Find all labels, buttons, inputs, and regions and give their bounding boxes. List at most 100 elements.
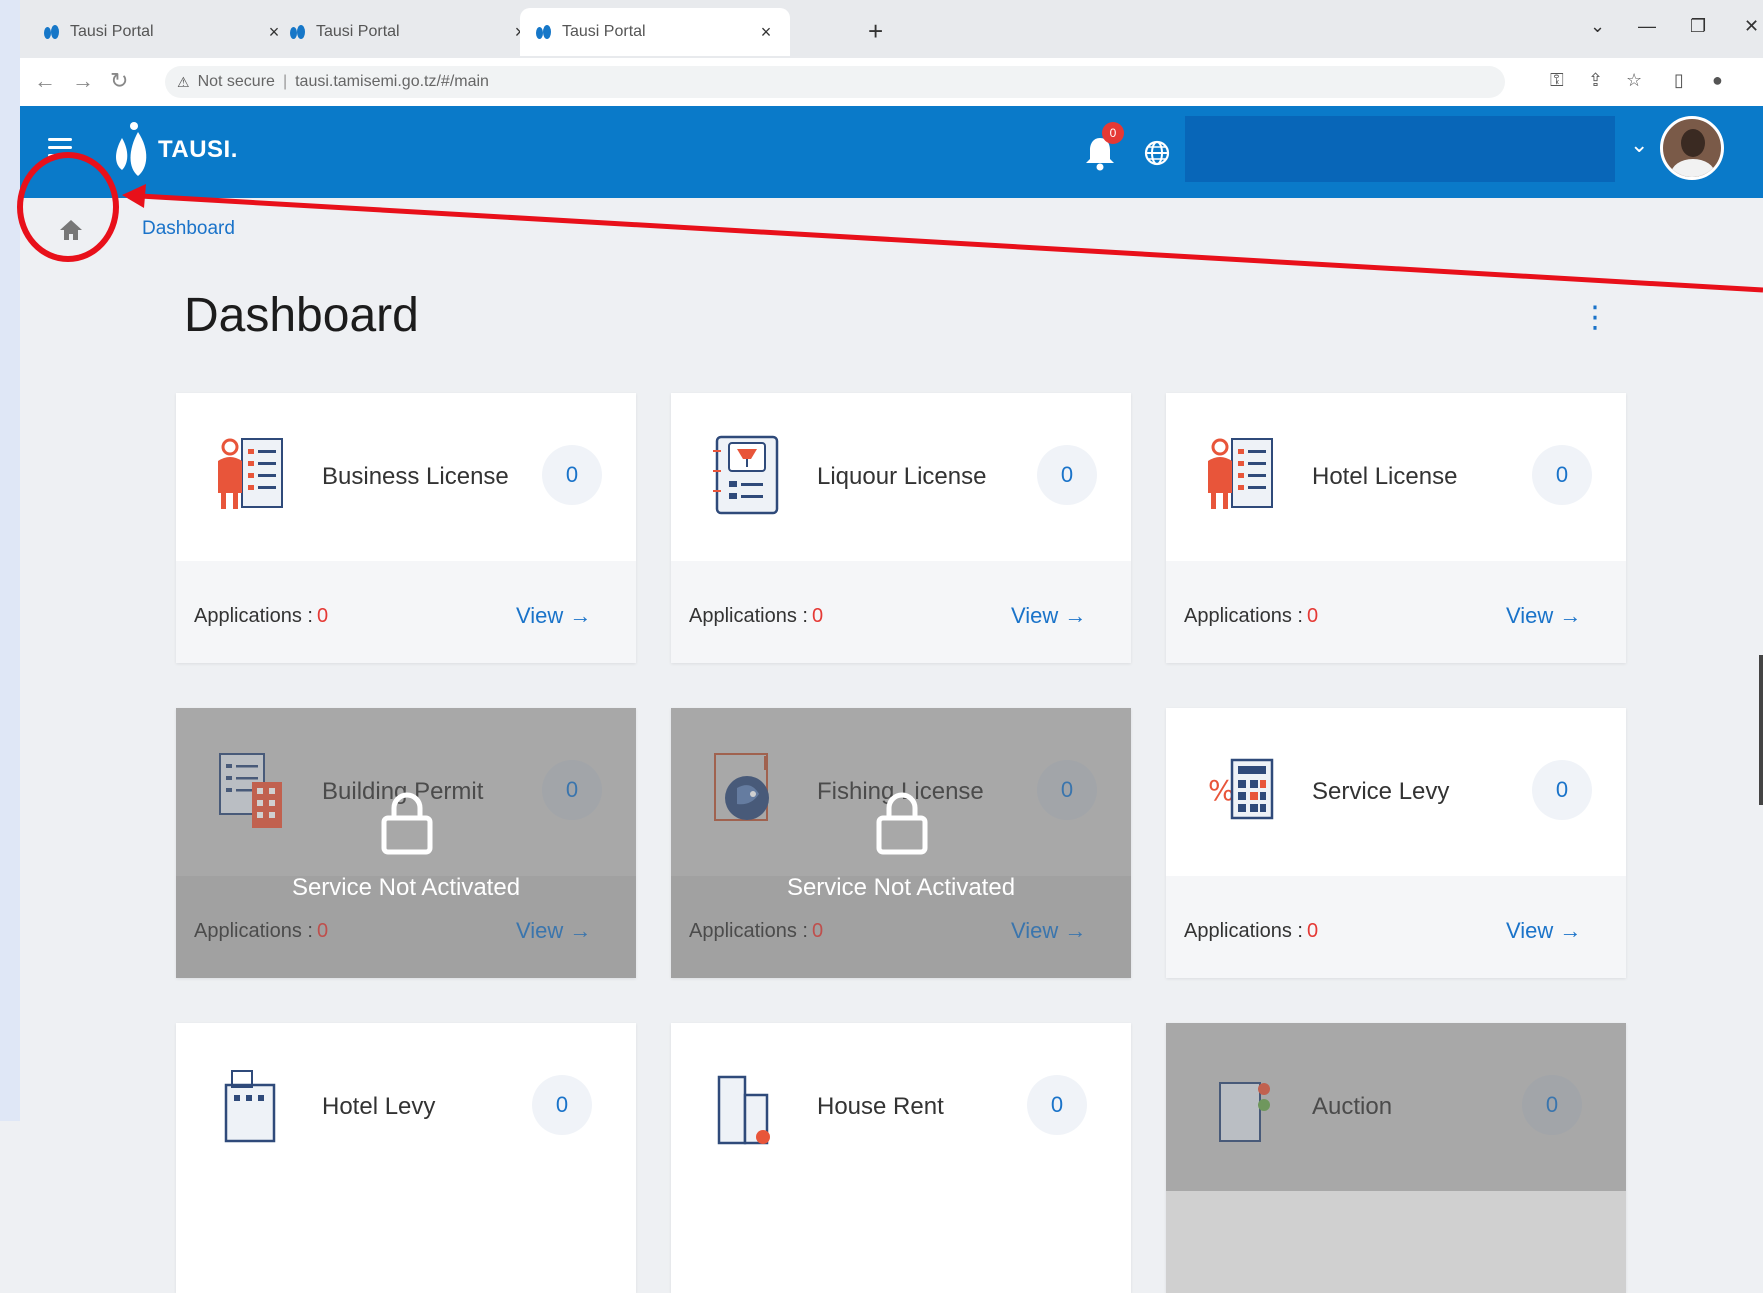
warning-icon: ⚠ — [177, 73, 190, 90]
close-window-icon[interactable]: ✕ — [1744, 16, 1759, 37]
applications-label: Applications :0 — [1184, 605, 1319, 627]
user-info-box[interactable] — [1185, 116, 1615, 182]
card-footer: Applications :0 View → — [671, 561, 1131, 663]
tab-title: Tausi Portal — [70, 23, 154, 40]
card-count: 0 — [1027, 1075, 1087, 1135]
security-label: Not secure — [197, 73, 275, 90]
tab-title: Tausi Portal — [316, 23, 400, 40]
browser-chrome: Tausi Portal × Tausi Portal × Tausi Port… — [20, 0, 1763, 106]
applications-label: Applications :0 — [689, 605, 824, 627]
chevron-down-icon[interactable]: ⌄ — [1630, 132, 1648, 158]
back-icon[interactable]: ← — [34, 68, 56, 94]
view-link[interactable]: View → — [1011, 603, 1086, 629]
url-field[interactable]: ⚠ Not secure | tausi.tamisemi.go.tz/#/ma… — [165, 66, 1505, 98]
brand-name: TAUSI. — [158, 136, 238, 163]
scrollbar[interactable] — [1759, 655, 1763, 805]
tab-close-icon[interactable]: × — [756, 22, 776, 43]
maximize-icon[interactable]: ❐ — [1690, 16, 1706, 37]
forward-icon[interactable]: → — [72, 68, 94, 94]
tab-search-chevron-icon[interactable]: ⌄ — [1590, 16, 1605, 37]
tab-title: Tausi Portal — [562, 23, 646, 40]
browser-tab-1[interactable]: Tausi Portal × — [28, 8, 298, 56]
page-options-icon[interactable]: ⋮ — [1580, 300, 1610, 335]
url-text: tausi.tamisemi.go.tz/#/main — [295, 73, 489, 90]
browser-tab-2[interactable]: Tausi Portal × — [274, 8, 544, 56]
card-count: 0 — [1532, 760, 1592, 820]
url-separator: | — [282, 73, 288, 90]
share-icon[interactable]: ⇪ — [1588, 70, 1603, 91]
service-not-activated-label: Service Not Activated — [291, 874, 521, 901]
card-top: % Service Levy 0 — [1166, 708, 1626, 876]
view-link[interactable]: View → — [516, 603, 591, 629]
applications-count: 0 — [1306, 605, 1319, 627]
card-house-rent[interactable]: House Rent 0 — [671, 1023, 1131, 1293]
tausi-favicon-icon — [42, 23, 60, 41]
card-title: Liquour License — [817, 463, 987, 490]
breadcrumb-dashboard[interactable]: Dashboard — [142, 218, 235, 240]
card-top: Business License 0 — [176, 393, 636, 561]
lock-icon — [381, 792, 433, 855]
applications-count: 0 — [1306, 920, 1319, 942]
sidepanel-icon[interactable]: ▯ — [1674, 70, 1684, 91]
notification-badge: 0 — [1102, 122, 1124, 144]
card-title: Hotel Levy — [322, 1093, 436, 1120]
card-title: Hotel License — [1312, 463, 1458, 490]
svg-text:%: % — [1208, 774, 1235, 807]
card-business-license[interactable]: Business License 0 Applications :0 View … — [176, 393, 636, 663]
house-rent-icon — [717, 1075, 770, 1145]
tausi-favicon-icon — [288, 23, 306, 41]
card-building-permit[interactable]: Building Permit 0 Applications :0 View →… — [176, 708, 636, 978]
card-count: 0 — [532, 1075, 592, 1135]
card-hotel-license[interactable]: Hotel License 0 Applications :0 View → — [1166, 393, 1626, 663]
service-levy-icon: % — [1208, 758, 1274, 820]
card-title: Business License — [322, 463, 509, 490]
hotel-license-icon — [1208, 438, 1273, 509]
globe-icon[interactable] — [1144, 140, 1170, 166]
card-title: Service Levy — [1312, 778, 1450, 805]
annotation-circle — [17, 152, 119, 262]
service-not-activated-label: Service Not Activated — [786, 874, 1016, 901]
address-bar: ← → ↻ ⚠ Not secure | tausi.tamisemi.go.t… — [20, 58, 1763, 106]
tausi-logo-icon — [116, 122, 147, 176]
card-service-levy[interactable]: % Service Levy 0 Applications :0 View → — [1166, 708, 1626, 978]
liquour-license-icon — [713, 435, 779, 515]
profile-icon[interactable]: ● — [1712, 70, 1723, 91]
card-count: 0 — [1037, 445, 1097, 505]
applications-count: 0 — [811, 605, 824, 627]
card-count: 0 — [1532, 445, 1592, 505]
card-top: House Rent 0 — [671, 1023, 1131, 1191]
card-liquour-license[interactable]: Liquour License 0 Applications :0 View → — [671, 393, 1131, 663]
card-title: House Rent — [817, 1093, 944, 1120]
business-license-icon — [218, 438, 283, 509]
app-header: TAUSI. 0 ⌄ ⋮ — [20, 106, 1763, 198]
card-hotel-levy[interactable]: Hotel Levy 0 — [176, 1023, 636, 1293]
card-top: Liquour License 0 — [671, 393, 1131, 561]
card-fishing-license[interactable]: Fishing License 0 Applications :0 View →… — [671, 708, 1131, 978]
card-footer: Applications :0 View → — [1166, 561, 1626, 663]
tab-bar: Tausi Portal × Tausi Portal × Tausi Port… — [20, 8, 1763, 56]
new-tab-button[interactable]: + — [868, 16, 883, 47]
card-count: 0 — [542, 445, 602, 505]
applications-label: Applications :0 — [194, 605, 329, 627]
hotel-levy-icon — [224, 1070, 276, 1143]
key-icon[interactable]: ⚿ — [1550, 70, 1564, 91]
star-icon[interactable]: ☆ — [1626, 70, 1642, 91]
tausi-favicon-icon — [534, 23, 552, 41]
lock-icon — [876, 792, 928, 855]
page-left-strip — [0, 0, 20, 1121]
applications-count: 0 — [316, 605, 329, 627]
view-link[interactable]: View → — [1506, 918, 1581, 944]
browser-tab-3-active[interactable]: Tausi Portal × — [520, 8, 790, 56]
applications-label: Applications :0 — [1184, 920, 1319, 942]
avatar[interactable] — [1660, 116, 1724, 180]
card-top: Hotel Levy 0 — [176, 1023, 636, 1191]
card-auction[interactable]: Auction 0 — [1166, 1023, 1626, 1293]
card-top: Hotel License 0 — [1166, 393, 1626, 561]
card-footer: Applications :0 View → — [176, 561, 636, 663]
card-footer: Applications :0 View → — [1166, 876, 1626, 978]
reload-icon[interactable]: ↻ — [110, 68, 128, 94]
locked-overlay — [1166, 1023, 1626, 1293]
view-link[interactable]: View → — [1506, 603, 1581, 629]
page-title: Dashboard — [184, 289, 419, 342]
minimize-icon[interactable]: — — [1638, 16, 1656, 37]
